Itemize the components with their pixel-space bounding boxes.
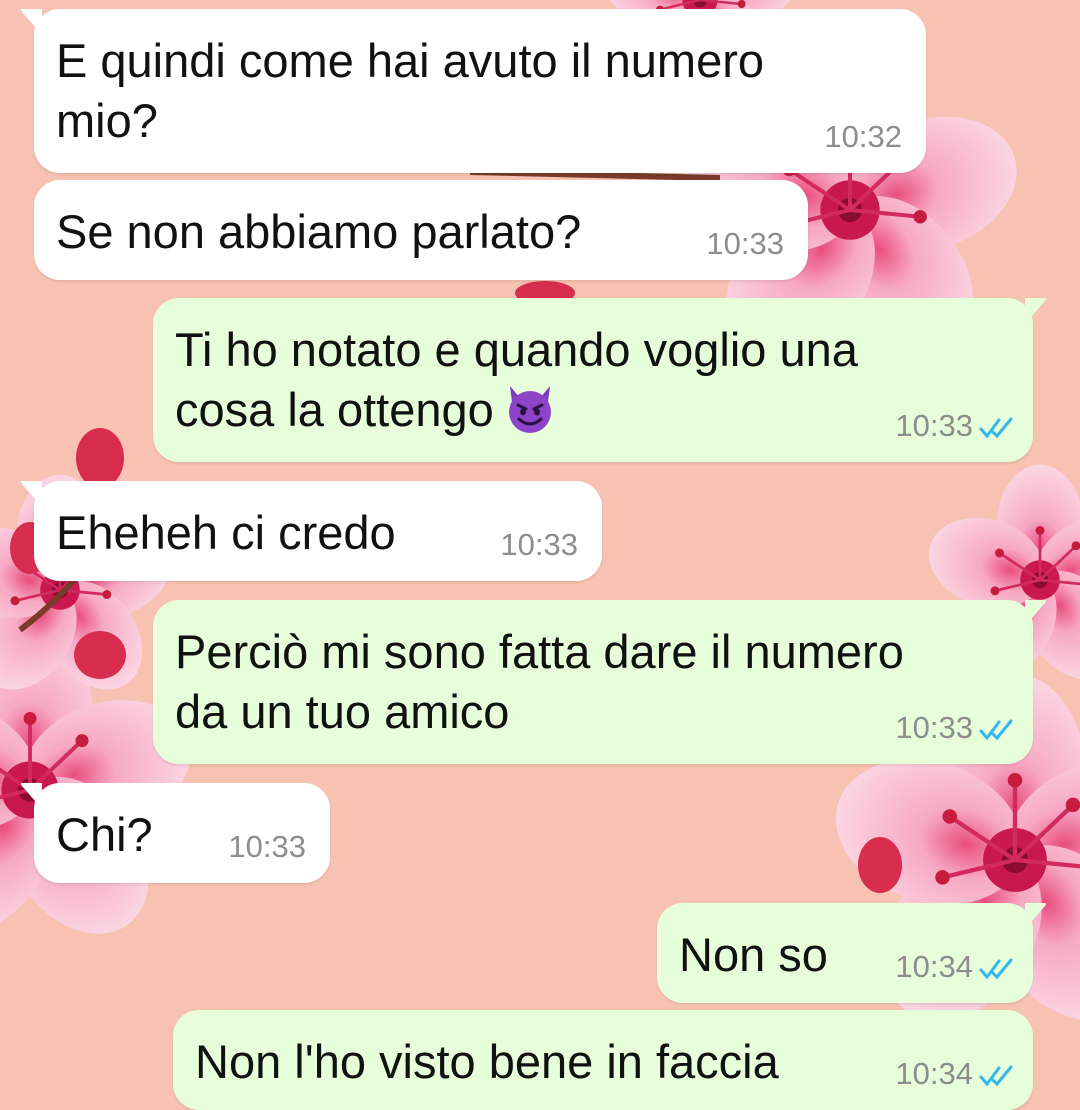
message-text: Ti ho notato e quando voglio una cosa la… [175,323,858,436]
message-incoming[interactable]: Se non abbiamo parlato? 10:33 [34,180,808,280]
message-text: E quindi come hai avuto il numero mio? [56,34,765,147]
bubble-tail [1025,600,1046,626]
bubble-tail [21,783,42,809]
message-text: Non l'ho visto bene in faccia [195,1035,779,1088]
message-incoming[interactable]: E quindi come hai avuto il numero mio? 1… [21,9,926,173]
message-time: 10:34 [895,1056,973,1091]
message-time: 10:33 [895,710,973,745]
message-outgoing[interactable]: Ti ho notato e quando voglio una cosa la… [153,298,1046,462]
message-incoming[interactable]: Eheheh ci credo 10:33 [21,481,602,581]
message-text: Se non abbiamo parlato? [56,205,582,258]
message-time: 10:33 [895,408,973,443]
message-incoming[interactable]: Chi? 10:33 [21,783,330,883]
message-time: 10:34 [895,949,973,984]
read-receipt-icon [979,719,1013,741]
message-time: 10:32 [824,119,902,154]
bubble-tail [1025,298,1046,324]
smiling-devil-icon [508,386,551,433]
read-receipt-icon [979,958,1013,980]
message-list[interactable]: E quindi come hai avuto il numero mio? 1… [0,0,1080,1110]
message-time: 10:33 [706,226,784,261]
message-outgoing[interactable]: Non l'ho visto bene in faccia 10:34 [173,1010,1033,1110]
read-receipt-icon [979,417,1013,439]
message-text: Perciò mi sono fatta dare il numero da u… [175,625,904,738]
message-outgoing[interactable]: Non so 10:34 [657,903,1046,1003]
message-time: 10:33 [228,829,306,864]
bubble-tail [21,9,42,35]
read-receipt-icon [979,1065,1013,1087]
message-time: 10:33 [500,527,578,562]
bubble-tail [21,481,42,507]
bubble-tail [1025,903,1046,929]
message-outgoing[interactable]: Perciò mi sono fatta dare il numero da u… [153,600,1046,764]
